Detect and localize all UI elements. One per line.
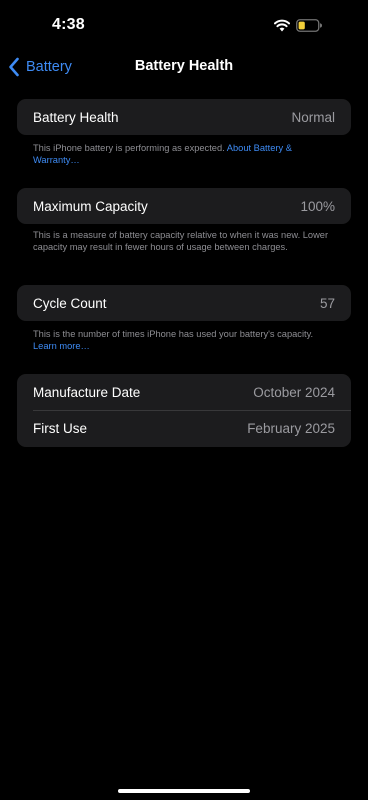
cycle-count-card: Cycle Count 57 bbox=[17, 285, 351, 321]
battery-icon bbox=[296, 19, 322, 32]
maximum-capacity-value: 100% bbox=[300, 198, 335, 214]
wifi-icon bbox=[274, 19, 290, 32]
navigation-bar: Battery Battery Health bbox=[0, 50, 368, 84]
battery-health-card: Battery Health Normal bbox=[17, 99, 351, 135]
maximum-capacity-label: Maximum Capacity bbox=[33, 198, 148, 214]
maximum-capacity-card: Maximum Capacity 100% bbox=[17, 188, 351, 224]
status-time: 4:38 bbox=[52, 16, 85, 33]
first-use-row: First Use February 2025 bbox=[17, 411, 351, 447]
battery-health-footnote: This iPhone battery is performing as exp… bbox=[33, 143, 339, 166]
page-title: Battery Health bbox=[134, 58, 234, 74]
battery-health-label: Battery Health bbox=[33, 109, 119, 125]
manufacture-date-row: Manufacture Date October 2024 bbox=[17, 374, 351, 410]
manufacture-date-label: Manufacture Date bbox=[33, 384, 141, 400]
cycle-count-value: 57 bbox=[319, 295, 335, 311]
cycle-count-row: Cycle Count 57 bbox=[17, 285, 351, 321]
battery-health-row: Battery Health Normal bbox=[17, 99, 351, 135]
cycle-count-footnote: This is the number of times iPhone has u… bbox=[33, 329, 339, 352]
cycle-count-note: This is the number of times iPhone has u… bbox=[33, 329, 314, 339]
maximum-capacity-footnote: This is a measure of battery capacity re… bbox=[33, 230, 329, 252]
dates-card: Manufacture Date October 2024 First Use … bbox=[17, 374, 351, 447]
battery-health-value: Normal bbox=[291, 109, 335, 125]
battery-health-note: This iPhone battery is performing as exp… bbox=[33, 143, 225, 153]
manufacture-date-value: October 2024 bbox=[253, 384, 335, 400]
first-use-value: February 2025 bbox=[247, 421, 335, 437]
learn-more-link[interactable]: Learn more… bbox=[33, 341, 90, 351]
home-indicator[interactable] bbox=[118, 789, 250, 793]
status-bar: 4:38 bbox=[0, 0, 368, 50]
first-use-label: First Use bbox=[33, 421, 87, 437]
maximum-capacity-row: Maximum Capacity 100% bbox=[17, 188, 351, 224]
cycle-count-label: Cycle Count bbox=[33, 295, 107, 311]
